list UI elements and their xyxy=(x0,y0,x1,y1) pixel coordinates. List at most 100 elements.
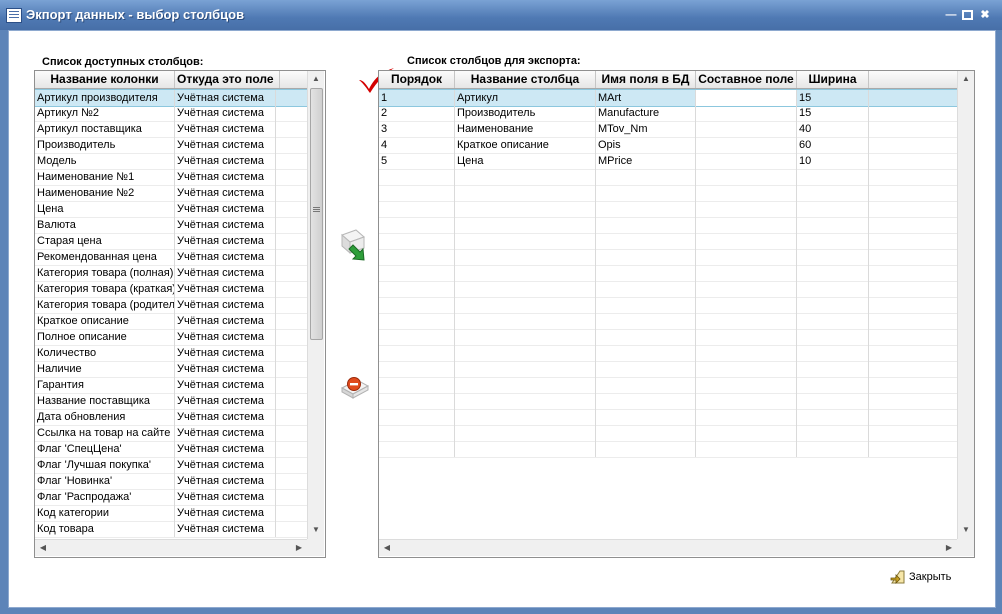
table-row[interactable]: Флаг 'СпецЦена' Учётная система xyxy=(35,441,308,458)
order-cell[interactable]: 2 xyxy=(379,105,455,121)
scroll-left-icon[interactable]: ◀ xyxy=(379,540,395,556)
title-bar[interactable]: Экпорт данных - выбор столбцов — ✖ xyxy=(0,0,1002,30)
header-column-name[interactable]: Название колонки xyxy=(35,71,175,88)
width-cell xyxy=(797,297,869,313)
table-row[interactable]: Артикул поставщика Учётная система xyxy=(35,121,308,138)
order-cell[interactable]: 5 xyxy=(379,153,455,169)
composite-field-cell[interactable] xyxy=(696,137,797,153)
scroll-up-icon[interactable]: ▲ xyxy=(958,71,974,87)
empty-cell xyxy=(276,105,308,121)
close-icon[interactable]: ✖ xyxy=(978,9,992,21)
table-row[interactable]: 2 Производитель Manufacture 15 xyxy=(379,105,958,122)
order-cell[interactable]: 4 xyxy=(379,137,455,153)
composite-field-cell[interactable] xyxy=(696,105,797,121)
table-row[interactable]: Код категории Учётная система xyxy=(35,505,308,522)
db-field-cell[interactable]: MTov_Nm xyxy=(596,121,696,137)
empty-cell xyxy=(276,457,308,473)
order-cell xyxy=(379,185,455,201)
scroll-right-icon[interactable]: ▶ xyxy=(291,540,307,556)
table-row[interactable]: Флаг 'Распродажа' Учётная система xyxy=(35,489,308,506)
close-door-icon xyxy=(890,570,905,584)
column-title-cell[interactable]: Наименование xyxy=(455,121,596,137)
table-row[interactable]: Цена Учётная система xyxy=(35,201,308,218)
table-row[interactable]: Старая цена Учётная система xyxy=(35,233,308,250)
table-row[interactable]: Флаг 'Новинка' Учётная система xyxy=(35,473,308,490)
order-cell xyxy=(379,409,455,425)
column-title-cell[interactable]: Краткое описание xyxy=(455,137,596,153)
scroll-down-icon[interactable]: ▼ xyxy=(958,522,974,538)
scroll-down-icon[interactable]: ▼ xyxy=(308,522,324,538)
table-row[interactable]: Краткое описание Учётная система xyxy=(35,313,308,330)
db-field-cell[interactable]: Opis xyxy=(596,137,696,153)
width-cell[interactable]: 15 xyxy=(797,90,869,106)
db-field-cell[interactable]: Manufacture xyxy=(596,105,696,121)
composite-field-cell[interactable] xyxy=(696,121,797,137)
header-column-title[interactable]: Название столбца xyxy=(455,71,596,88)
table-row[interactable]: Валюта Учётная система xyxy=(35,217,308,234)
table-row[interactable]: Категория товара (родитель) Учётная систе… xyxy=(35,297,308,314)
table-row[interactable]: 5 Цена MPrice 10 xyxy=(379,153,958,170)
header-order[interactable]: Порядок xyxy=(379,71,455,88)
scroll-right-icon[interactable]: ▶ xyxy=(941,540,957,556)
table-row[interactable]: Артикул №2 Учётная система xyxy=(35,105,308,122)
table-row[interactable]: Полное описание Учётная система xyxy=(35,329,308,346)
db-field-cell xyxy=(596,233,696,249)
column-title-cell[interactable]: Артикул xyxy=(455,90,596,106)
table-row[interactable]: Наименование №2 Учётная система xyxy=(35,185,308,202)
composite-field-cell[interactable] xyxy=(696,90,797,106)
available-columns-grid[interactable]: Название колонки Откуда это поле Артикул… xyxy=(34,70,326,558)
table-row[interactable]: Модель Учётная система xyxy=(35,153,308,170)
table-row[interactable]: Наименование №1 Учётная система xyxy=(35,169,308,186)
minimize-icon[interactable]: — xyxy=(944,9,958,21)
header-composite-field[interactable]: Составное поле xyxy=(696,71,797,88)
column-title-cell[interactable]: Цена xyxy=(455,153,596,169)
table-row[interactable]: Гарантия Учётная система xyxy=(35,377,308,394)
width-cell[interactable]: 10 xyxy=(797,153,869,169)
order-cell[interactable]: 1 xyxy=(379,90,455,106)
source-cell: Учётная система xyxy=(175,377,276,393)
close-button[interactable]: Закрыть xyxy=(888,568,960,588)
width-cell[interactable]: 15 xyxy=(797,105,869,121)
header-width[interactable]: Ширина xyxy=(797,71,869,88)
composite-field-cell[interactable] xyxy=(696,153,797,169)
width-cell[interactable]: 60 xyxy=(797,137,869,153)
table-row[interactable]: Количество Учётная система xyxy=(35,345,308,362)
order-cell xyxy=(379,329,455,345)
column-name-cell: Производитель xyxy=(35,137,175,153)
add-to-export-button[interactable] xyxy=(336,227,370,263)
scroll-thumb[interactable] xyxy=(310,88,323,340)
order-cell[interactable]: 3 xyxy=(379,121,455,137)
table-row[interactable]: Ссылка на товар на сайте Учётная система xyxy=(35,425,308,442)
db-field-cell xyxy=(596,313,696,329)
table-row[interactable]: Наличие Учётная система xyxy=(35,361,308,378)
export-columns-hscroll[interactable]: ◀ ▶ xyxy=(379,539,957,556)
width-cell[interactable]: 40 xyxy=(797,121,869,137)
export-columns-grid[interactable]: Порядок Название столбца Имя поля в БД С… xyxy=(378,70,975,558)
table-row[interactable]: 3 Наименование MTov_Nm 40 xyxy=(379,121,958,138)
header-db-field[interactable]: Имя поля в БД xyxy=(596,71,696,88)
table-row xyxy=(379,169,958,186)
db-field-cell[interactable]: MPrice xyxy=(596,153,696,169)
table-row[interactable]: Рекомендованная цена Учётная система xyxy=(35,249,308,266)
table-row[interactable]: Флаг 'Лучшая покупка' Учётная система xyxy=(35,457,308,474)
table-row[interactable]: Название поставщика Учётная система xyxy=(35,393,308,410)
scroll-up-icon[interactable]: ▲ xyxy=(308,71,324,87)
table-row[interactable]: Производитель Учётная система xyxy=(35,137,308,154)
table-row[interactable]: Категория товара (полная) Учётная система xyxy=(35,265,308,282)
table-row[interactable]: Дата обновления Учётная система xyxy=(35,409,308,426)
header-source[interactable]: Откуда это поле xyxy=(175,71,280,88)
table-row[interactable]: 4 Краткое описание Opis 60 xyxy=(379,137,958,154)
maximize-icon[interactable] xyxy=(960,9,974,21)
scroll-left-icon[interactable]: ◀ xyxy=(35,540,51,556)
table-row[interactable]: Код товара Учётная система xyxy=(35,521,308,538)
available-columns-vscroll[interactable]: ▲ ▼ xyxy=(307,71,324,539)
order-cell xyxy=(379,345,455,361)
order-cell xyxy=(379,313,455,329)
available-columns-hscroll[interactable]: ◀ ▶ xyxy=(35,539,307,556)
db-field-cell[interactable]: MArt xyxy=(596,90,696,106)
table-row[interactable]: Категория товара (краткая) Учётная систем… xyxy=(35,281,308,298)
export-columns-vscroll[interactable]: ▲ ▼ xyxy=(957,71,974,539)
column-title-cell[interactable]: Производитель xyxy=(455,105,596,121)
remove-from-export-button[interactable] xyxy=(339,372,371,402)
table-row xyxy=(379,361,958,378)
